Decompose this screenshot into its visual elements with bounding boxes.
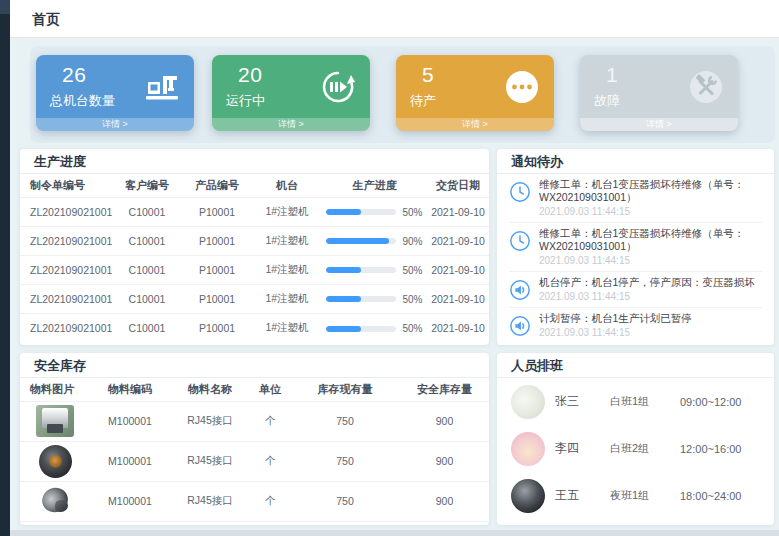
- schedule-row[interactable]: 李四 白班2组 12:00~16:00: [497, 425, 774, 472]
- running-icon: [320, 69, 356, 105]
- production-progress-panel: 生产进度 制令单编号 客户编号 产品编号 机台 生产进度 交货日期 ZL2021…: [20, 149, 489, 345]
- stat-card-running[interactable]: 20 运行中 详情 >: [212, 55, 370, 131]
- notification-text: 维修工单：机台1变压器损坏待维修（单号：WX202109031001）: [539, 227, 762, 253]
- stat-label: 运行中: [226, 92, 265, 110]
- staff-time: 12:00~16:00: [680, 443, 741, 455]
- avatar: [511, 479, 545, 513]
- notifications-panel: 通知待办 维修工单：机台1变压器损坏待维修（单号：WX202109031001）…: [497, 149, 774, 345]
- notification-text: 维修工单：机台1变压器损坏待维修（单号：WX202109031001）: [539, 178, 762, 204]
- col-header: 安全库存量: [400, 378, 489, 401]
- production-table: 制令单编号 客户编号 产品编号 机台 生产进度 交货日期 ZL202109021…: [20, 174, 489, 342]
- progress-bar: 50%: [326, 265, 422, 276]
- table-row[interactable]: ZL202109021001 C10001 P10001 1#注塑机 90% 2…: [20, 226, 489, 255]
- stat-card-total-machines[interactable]: 26 总机台数量 详情 >: [36, 55, 194, 131]
- notification-item[interactable]: 维修工单：机台1变压器损坏待维修（单号：WX202109031001） 2021.…: [509, 174, 762, 223]
- col-header: 物料编码: [90, 378, 170, 401]
- stat-label: 总机台数量: [50, 92, 115, 110]
- schedule-row[interactable]: 张三 白班1组 09:00~12:00: [497, 378, 774, 425]
- staff-shift: 夜班1组: [610, 488, 680, 503]
- panel-title: 生产进度: [20, 149, 489, 174]
- inventory-table: 物料图片 物料编码 物料名称 单位 库存现有量 安全库存量 M100001 RJ…: [20, 378, 489, 522]
- stat-value: 20: [238, 63, 262, 87]
- col-header: 库存现有量: [290, 378, 400, 401]
- card-detail-link[interactable]: 详情 >: [212, 118, 370, 131]
- speaker-icon: [509, 315, 531, 337]
- schedule-row[interactable]: 王五 夜班1组 18:00~24:00: [497, 472, 774, 519]
- panel-title: 人员排班: [497, 353, 774, 378]
- staff-time: 09:00~12:00: [680, 396, 741, 408]
- avatar: [511, 385, 545, 419]
- notification-item[interactable]: 机台停产：机台1停产，停产原因：变压器损坏 2021.09.03 11:44:15: [509, 272, 762, 308]
- stat-label: 待产: [410, 92, 436, 110]
- material-image-speaker-front: [39, 445, 72, 478]
- tools-icon: [688, 69, 724, 105]
- col-header: 生产进度: [322, 174, 427, 197]
- card-detail-link[interactable]: 详情 >: [396, 118, 554, 131]
- avatar: [511, 432, 545, 466]
- table-row[interactable]: M100001 RJ45接口 个 750 900: [20, 441, 489, 481]
- table-row[interactable]: M100001 RJ45接口 个 750 900: [20, 481, 489, 521]
- col-header: 制令单编号: [20, 174, 112, 197]
- staff-name: 张三: [555, 393, 610, 410]
- col-header: 物料图片: [20, 378, 90, 401]
- table-header-row: 制令单编号 客户编号 产品编号 机台 生产进度 交货日期: [20, 174, 489, 197]
- col-header: 产品编号: [182, 174, 252, 197]
- bottom-scrollbar-area[interactable]: [10, 530, 779, 536]
- clock-icon: [509, 181, 531, 203]
- notification-item[interactable]: 计划暂停：机台1生产计划已暂停 2021.09.03 11:44:15: [509, 308, 762, 343]
- notification-time: 2021.09.03 11:44:15: [539, 327, 692, 339]
- progress-bar: 50%: [326, 207, 422, 218]
- clock-icon: [509, 230, 531, 252]
- stat-label: 故障: [594, 92, 620, 110]
- safety-stock-panel: 安全库存 物料图片 物料编码 物料名称 单位 库存现有量 安全库存量 M1000…: [20, 353, 489, 525]
- staff-shift: 白班2组: [610, 441, 680, 456]
- card-detail-link[interactable]: 详情 >: [36, 118, 194, 131]
- table-row[interactable]: ZL202109021001 C10001 P10001 1#注塑机 50% 2…: [20, 284, 489, 313]
- notification-text: 机台停产：机台1停产，停产原因：变压器损坏: [539, 276, 755, 289]
- material-image-rj45: [36, 405, 74, 437]
- page-header: 首页: [10, 0, 779, 38]
- staff-name: 王五: [555, 487, 610, 504]
- table-row[interactable]: M100001 RJ45接口 个 750 900: [20, 401, 489, 441]
- stat-value: 5: [422, 63, 434, 87]
- col-header: 单位: [250, 378, 290, 401]
- table-row[interactable]: ZL202109021001 C10001 P10001 1#注塑机 50% 2…: [20, 197, 489, 226]
- col-header: 机台: [252, 174, 322, 197]
- progress-bar: 50%: [326, 323, 422, 334]
- staff-time: 18:00~24:00: [680, 490, 741, 502]
- stat-card-fault[interactable]: 1 故障 详情 >: [580, 55, 738, 131]
- progress-bar: 90%: [326, 236, 422, 247]
- progress-bar: 50%: [326, 294, 422, 305]
- col-header: 交货日期: [427, 174, 489, 197]
- table-header-row: 物料图片 物料编码 物料名称 单位 库存现有量 安全库存量: [20, 378, 489, 401]
- machine-icon: [144, 69, 180, 105]
- material-image-speaker-side: [39, 486, 72, 516]
- ellipsis-icon: [504, 69, 540, 105]
- stat-value: 1: [606, 63, 618, 87]
- stat-value: 26: [62, 63, 86, 87]
- panel-title: 通知待办: [497, 149, 774, 174]
- table-row[interactable]: ZL202109021001 C10001 P10001 1#注塑机 50% 2…: [20, 255, 489, 284]
- col-header: 物料名称: [170, 378, 250, 401]
- notification-time: 2021.09.03 11:44:15: [539, 291, 755, 303]
- table-row[interactable]: ZL202109021001 C10001 P10001 1#注塑机 50% 2…: [20, 313, 489, 342]
- notification-time: 2021.09.03 11:44:15: [539, 255, 762, 267]
- notification-item[interactable]: 维修工单：机台1变压器损坏待维修（单号：WX202109031001） 2021.…: [509, 223, 762, 272]
- staff-name: 李四: [555, 440, 610, 457]
- col-header: 客户编号: [112, 174, 182, 197]
- page-title: 首页: [32, 11, 60, 29]
- sidebar-edge: [0, 0, 10, 536]
- notification-time: 2021.09.03 11:44:15: [539, 206, 762, 218]
- panel-title: 安全库存: [20, 353, 489, 378]
- notification-text: 计划暂停：机台1生产计划已暂停: [539, 312, 692, 325]
- speaker-icon: [509, 279, 531, 301]
- staff-schedule-panel: 人员排班 张三 白班1组 09:00~12:00 李四 白班2组 12:00~1…: [497, 353, 774, 525]
- staff-shift: 白班1组: [610, 394, 680, 409]
- card-detail-link[interactable]: 详情 >: [580, 118, 738, 131]
- stat-cards-container: 26 总机台数量 详情 > 20 运行中 详情 > 5 待产: [30, 46, 775, 143]
- stat-card-waiting[interactable]: 5 待产 详情 >: [396, 55, 554, 131]
